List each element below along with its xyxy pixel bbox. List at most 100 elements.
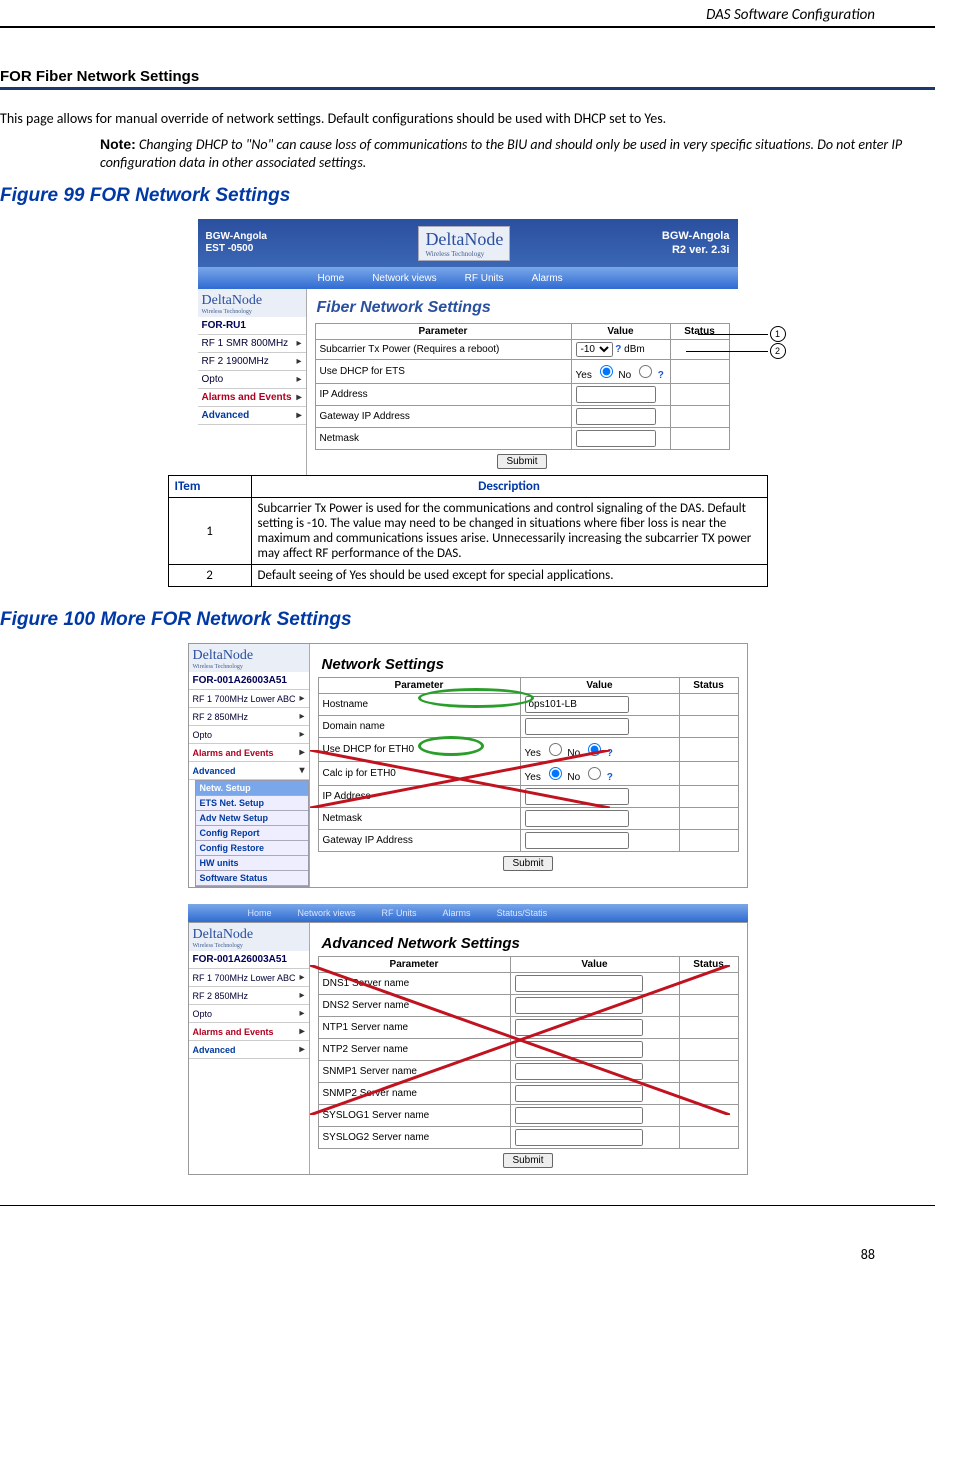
sidebar-unit-head[interactable]: FOR-001A26003A51 [189, 672, 309, 690]
sidebar-item-label: Alarms and Events [193, 748, 274, 758]
dhcp-no-radio[interactable] [639, 365, 652, 378]
tab-rf-units[interactable]: RF Units [465, 273, 504, 284]
panel-title: Network Settings [318, 650, 739, 677]
sidebar-logo-sub: Wireless Technology [193, 664, 305, 670]
callout-badge-1: 1 [770, 326, 786, 342]
sidebar-item[interactable]: RF 1 SMR 800MHz▸ [198, 335, 306, 353]
param-value-cell: Yes No ? [571, 360, 670, 384]
sidebar-logo-sub: Wireless Technology [202, 309, 302, 315]
submenu-item[interactable]: Netw. Setup [196, 781, 308, 796]
domain-input[interactable] [525, 718, 629, 735]
sidebar-item-label: RF 2 1900MHz [202, 356, 269, 367]
callout-arrow [698, 334, 768, 335]
tab-home[interactable]: Home [248, 908, 272, 918]
submenu-item[interactable]: Config Report [196, 826, 308, 841]
submenu-item[interactable]: Adv Netw Setup [196, 811, 308, 826]
desc-header-description: Description [251, 476, 767, 498]
netmask-input[interactable] [525, 810, 629, 827]
panel-title: Advanced Network Settings [318, 929, 739, 956]
sidebar-logo: DeltaNode Wireless Technology [189, 923, 309, 951]
sidebar-item-label: Advanced [193, 1045, 236, 1055]
netmask-input[interactable] [576, 430, 656, 447]
submit-button[interactable]: Submit [503, 1153, 552, 1168]
note-text: Changing DHCP to "No" can cause loss of … [100, 136, 902, 171]
sidebar-item[interactable]: RF 1 700MHz Lower ABC▸ [189, 969, 309, 987]
help-icon[interactable]: ? [615, 344, 621, 355]
desc-item-num: 2 [168, 565, 251, 587]
tab-alarms[interactable]: Alarms [443, 908, 471, 918]
sidebar-item[interactable]: RF 2 1900MHz ▸ [198, 353, 306, 371]
sidebar-item[interactable]: Opto▸ [198, 371, 306, 389]
param-label: Netmask [315, 428, 571, 450]
tab-status[interactable]: Status/Statis [497, 908, 548, 918]
col-parameter: Parameter [315, 324, 571, 340]
sidebar-item[interactable]: RF 1 700MHz Lower ABC▸ [189, 690, 309, 708]
sidebar-unit-head[interactable]: FOR-RU1 [198, 317, 306, 335]
sidebar-item-advanced[interactable]: Advanced▸ [198, 407, 306, 425]
sidebar-item-label: RF 1 SMR 800MHz [202, 338, 289, 349]
sidebar-item-label: Alarms and Events [202, 392, 292, 403]
col-value: Value [571, 324, 670, 340]
gateway-ip-input[interactable] [576, 408, 656, 425]
submenu-item[interactable]: Config Restore [196, 841, 308, 856]
submenu-item[interactable]: HW units [196, 856, 308, 871]
submenu-item[interactable]: ETS Net. Setup [196, 796, 308, 811]
sidebar-item-advanced[interactable]: Advanced▸ [189, 1041, 309, 1059]
sidebar-logo: DeltaNode Wireless Technology [198, 289, 306, 317]
gateway-ip-input[interactable] [525, 832, 629, 849]
param-label: Gateway IP Address [318, 830, 520, 852]
sidebar-item[interactable]: RF 2 850MHz▸ [189, 708, 309, 726]
figure-100-caption: Figure 100 More FOR Network Settings [0, 609, 935, 631]
sidebar-item-label: Alarms and Events [193, 1027, 274, 1037]
tab-rf-units[interactable]: RF Units [382, 908, 417, 918]
dhcp-yes-radio[interactable] [600, 365, 613, 378]
table-row: SYSLOG2 Server name [318, 1127, 738, 1149]
param-label: Subcarrier Tx Power (Requires a reboot) [315, 340, 571, 360]
sidebar-item-alarms[interactable]: Alarms and Events▸ [189, 744, 309, 762]
sidebar-item-alarms[interactable]: Alarms and Events▸ [198, 389, 306, 407]
tab-home[interactable]: Home [318, 273, 345, 284]
col-status: Status [679, 678, 738, 694]
sidebar-item-advanced[interactable]: Advanced ▾ [189, 762, 309, 780]
chevron-down-icon: ▾ [299, 765, 304, 776]
sidebar-unit-head[interactable]: FOR-001A26003A51 [189, 951, 309, 969]
tab-alarms[interactable]: Alarms [532, 273, 563, 284]
server-input[interactable] [515, 1129, 643, 1146]
sidebar: DeltaNode Wireless Technology FOR-001A26… [189, 923, 310, 1174]
hostname-input[interactable] [525, 696, 629, 713]
sidebar-item[interactable]: RF 2 850MHz ▸ [189, 987, 309, 1005]
subcarrier-tx-power-select[interactable]: -10 [576, 342, 613, 357]
tab-network-views[interactable]: Network views [372, 273, 436, 284]
param-label: IP Address [315, 384, 571, 406]
sidebar-item-alarms[interactable]: Alarms and Events▸ [189, 1023, 309, 1041]
submit-button[interactable]: Submit [497, 454, 546, 469]
highlight-ellipse [418, 688, 534, 708]
sidebar-item-label: RF 2 850MHz [193, 991, 249, 1001]
submit-button[interactable]: Submit [503, 856, 552, 871]
chevron-right-icon: ▸ [299, 990, 304, 1001]
page-number: 88 [0, 1205, 935, 1263]
sidebar-item[interactable]: Opto▸ [189, 726, 309, 744]
header-right-info: BGW-Angola R2 ver. 2.3i [662, 229, 730, 258]
help-icon[interactable]: ? [658, 370, 664, 381]
red-x-overlay [310, 750, 610, 808]
sidebar-item-label: Opto [202, 374, 224, 385]
sidebar-item[interactable]: Opto▸ [189, 1005, 309, 1023]
page-header: DAS Software Configuration [0, 0, 935, 28]
sidebar-logo-text: DeltaNode [202, 293, 263, 308]
nav-bar: Home Network views RF Units Alarms Statu… [188, 904, 748, 922]
chevron-right-icon: ▸ [296, 356, 301, 367]
tab-network-views[interactable]: Network views [298, 908, 356, 918]
col-value: Value [520, 678, 679, 694]
table-row: Domain name [318, 716, 738, 738]
ip-address-input[interactable] [576, 386, 656, 403]
submenu-item[interactable]: Software Status [196, 871, 308, 886]
sidebar: DeltaNode Wireless Technology FOR-001A26… [189, 644, 310, 887]
settings-table: Parameter Value Status Subcarrier Tx Pow… [315, 323, 730, 450]
table-row: 2 Default seeing of Yes should be used e… [168, 565, 767, 587]
chevron-right-icon: ▸ [299, 711, 304, 722]
param-value-cell: -10 ? dBm [571, 340, 670, 360]
sidebar-item-label: Opto [193, 730, 213, 740]
sidebar-item-label: Advanced [193, 766, 236, 776]
header-left-info: BGW-Angola EST -0500 [206, 231, 267, 255]
